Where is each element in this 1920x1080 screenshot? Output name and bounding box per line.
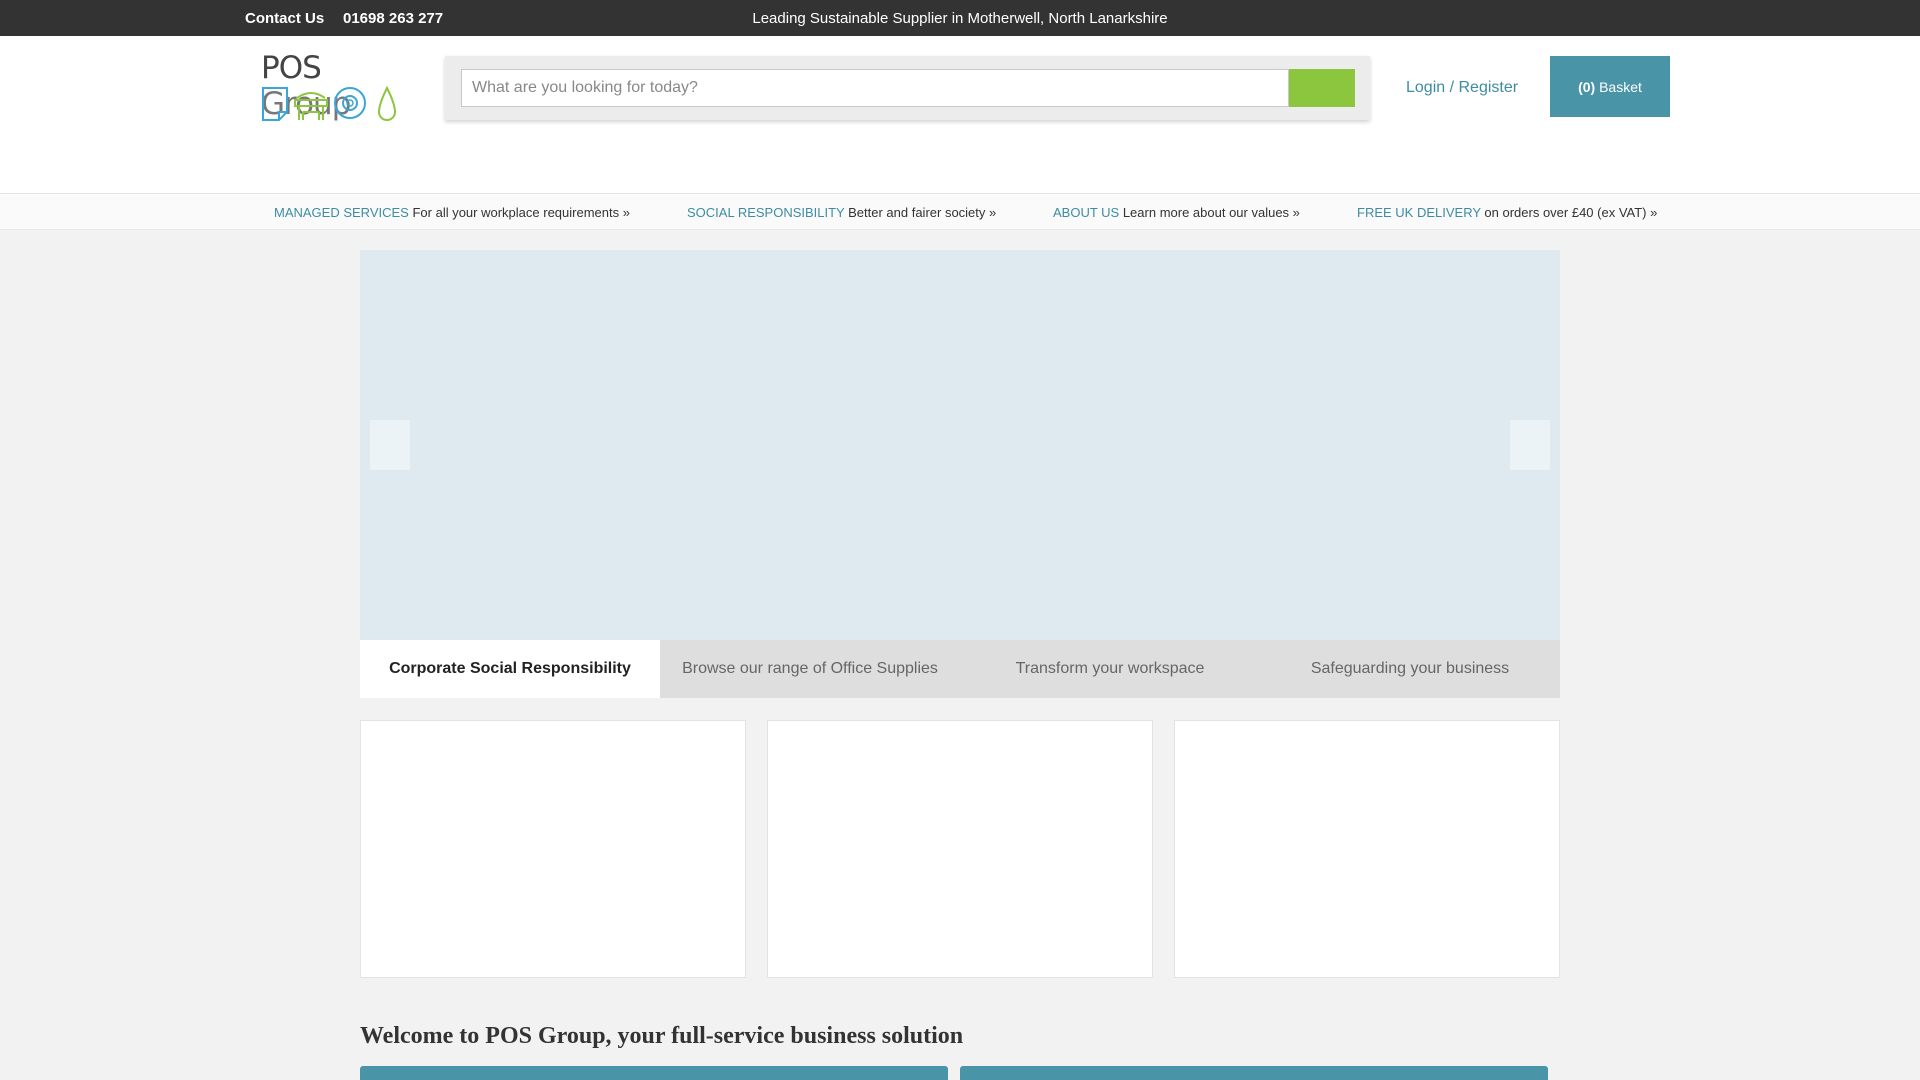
carousel-tab-office-supplies[interactable]: Browse our range of Office Supplies	[660, 640, 960, 698]
carousel-tab-csr[interactable]: Corporate Social Responsibility	[360, 640, 660, 698]
promo-card-1[interactable]	[360, 720, 746, 978]
search-bar	[445, 56, 1370, 120]
welcome-heading: Welcome to POS Group, your full-service …	[360, 1023, 964, 1049]
top-bar: Contact Us 01698 263 277 Leading Sustain…	[0, 0, 1920, 36]
basket-button[interactable]: (0) Basket	[1550, 56, 1670, 117]
promo-card-3[interactable]	[1174, 720, 1560, 978]
tagline: Leading Sustainable Supplier in Motherwe…	[752, 10, 1168, 27]
usp-social-responsibility[interactable]: Social Responsibility Better and fairer …	[687, 205, 996, 220]
site-logo[interactable]: POS Group	[261, 50, 401, 125]
login-register-link[interactable]: Login / Register	[1406, 79, 1518, 97]
site-header: POS Group Login / Register (0) Basket	[0, 36, 1920, 193]
search-input[interactable]	[461, 69, 1289, 107]
carousel-tabs: Corporate Social Responsibility Browse o…	[360, 640, 1560, 698]
usp-managed-services[interactable]: Managed Services For all your workplace …	[274, 205, 630, 220]
usp-about-us[interactable]: About Us Learn more about our values »	[1053, 205, 1300, 220]
promo-card-2[interactable]	[767, 720, 1153, 978]
search-button[interactable]	[1289, 69, 1355, 107]
feature-panel-left[interactable]	[360, 1066, 948, 1080]
carousel-tab-workspace[interactable]: Transform your workspace	[960, 640, 1260, 698]
basket-count: (0)	[1578, 78, 1596, 95]
usp-free-delivery[interactable]: Free UK Delivery on orders over £40 (ex …	[1357, 205, 1657, 220]
hero-carousel[interactable]	[360, 250, 1560, 640]
logo-icons	[262, 86, 397, 121]
carousel-tab-safeguarding[interactable]: Safeguarding your business	[1260, 640, 1560, 698]
usp-bar: Managed Services For all your workplace …	[0, 193, 1920, 230]
feature-panel-right[interactable]	[960, 1066, 1548, 1080]
carousel-next-button[interactable]	[1510, 420, 1550, 470]
basket-label: Basket	[1599, 78, 1642, 95]
carousel-prev-button[interactable]	[370, 420, 410, 470]
